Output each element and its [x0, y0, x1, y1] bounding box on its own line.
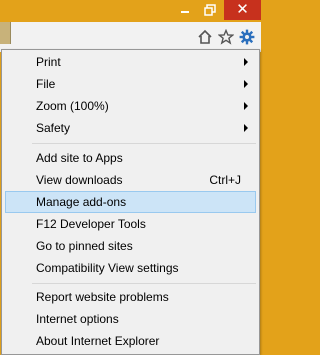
minimize-icon: [181, 11, 189, 13]
menu-item-label: Go to pinned sites: [36, 239, 133, 253]
menu-item-manage-add-ons[interactable]: Manage add-ons: [5, 191, 256, 213]
tools-menu: Print File Zoom (100%) Safety Add site t…: [1, 49, 260, 355]
menu-item-label: Internet options: [36, 312, 119, 326]
menu-item-zoom[interactable]: Zoom (100%): [5, 95, 256, 117]
menu-item-f12-developer-tools[interactable]: F12 Developer Tools: [5, 213, 256, 235]
menu-item-safety[interactable]: Safety: [5, 117, 256, 139]
menu-item-label: Safety: [36, 121, 71, 135]
menu-item-label: F12 Developer Tools: [36, 217, 146, 231]
title-bar: ✕: [0, 0, 261, 22]
menu-item-label: File: [36, 77, 56, 91]
menu-item-compatibility-view-settings[interactable]: Compatibility View settings: [5, 257, 256, 279]
menu-item-label: Manage add-ons: [36, 195, 127, 209]
tools-gear-icon[interactable]: [238, 28, 256, 46]
menu-separator: [32, 283, 256, 284]
favorites-star-icon[interactable]: [217, 28, 235, 46]
menu-item-print[interactable]: Print: [5, 51, 256, 73]
home-icon[interactable]: [196, 28, 214, 46]
submenu-arrow-icon: [244, 58, 248, 66]
menu-item-internet-options[interactable]: Internet options: [5, 308, 256, 330]
minimize-button[interactable]: [173, 0, 197, 20]
close-icon: ✕: [236, 1, 249, 18]
close-button[interactable]: ✕: [224, 0, 261, 20]
menu-item-label: Print: [36, 55, 61, 69]
menu-item-label: Report website problems: [36, 290, 169, 304]
menu-item-label: Compatibility View settings: [36, 261, 179, 275]
submenu-arrow-icon: [244, 124, 248, 132]
restore-icon: [204, 4, 216, 16]
menu-item-label: Zoom (100%): [36, 99, 109, 113]
menu-item-about-internet-explorer[interactable]: About Internet Explorer: [5, 330, 256, 352]
menu-item-go-to-pinned-sites[interactable]: Go to pinned sites: [5, 235, 256, 257]
restore-button[interactable]: [198, 0, 222, 20]
submenu-arrow-icon: [244, 102, 248, 110]
menu-item-label: Add site to Apps: [36, 151, 123, 165]
menu-separator: [32, 143, 256, 144]
menu-item-shortcut: Ctrl+J: [209, 173, 241, 187]
tab-edge: [0, 22, 11, 44]
menu-item-add-site-to-apps[interactable]: Add site to Apps: [5, 147, 256, 169]
menu-item-file[interactable]: File: [5, 73, 256, 95]
menu-item-label: About Internet Explorer: [36, 334, 160, 348]
submenu-arrow-icon: [244, 80, 248, 88]
menu-item-label: View downloads: [36, 173, 123, 187]
menu-item-report-website-problems[interactable]: Report website problems: [5, 286, 256, 308]
menu-item-view-downloads[interactable]: View downloads Ctrl+J: [5, 169, 256, 191]
